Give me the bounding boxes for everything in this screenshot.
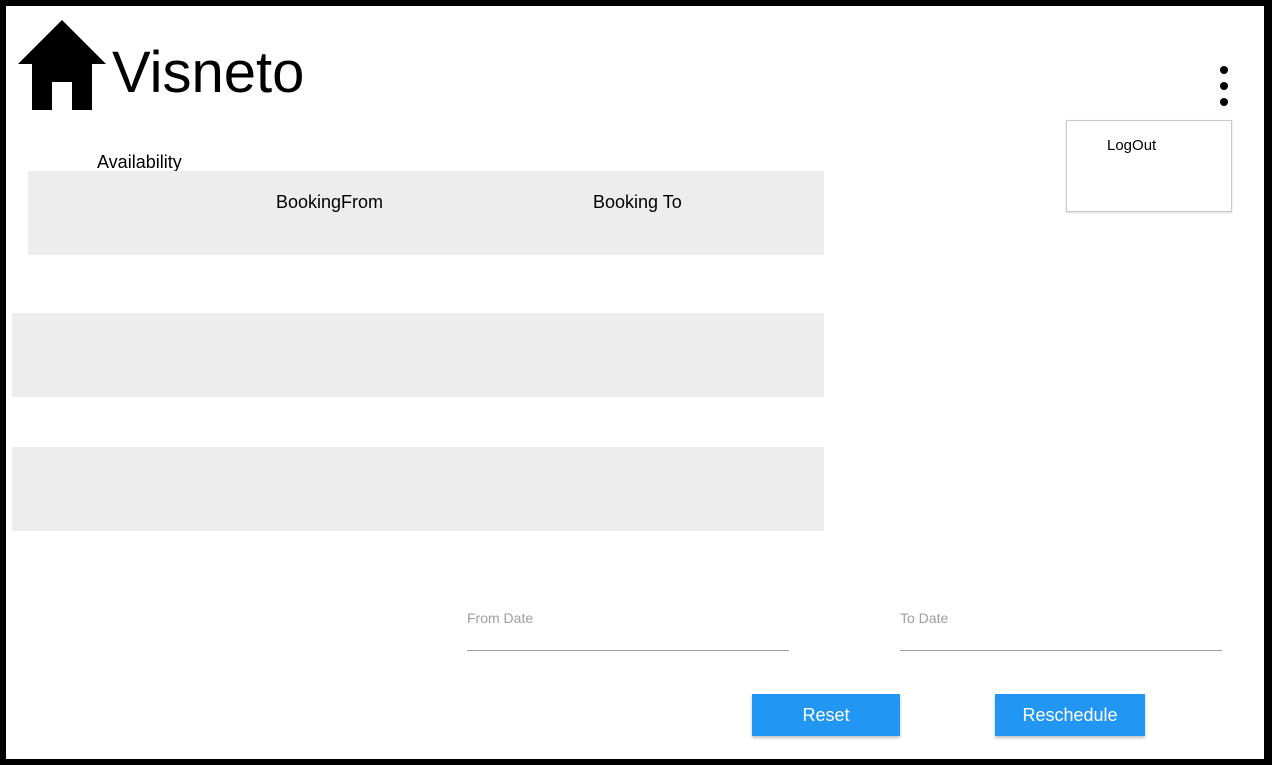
menu-item-logout[interactable]: LogOut: [1107, 137, 1156, 154]
app-logo[interactable]: Visneto: [12, 16, 304, 112]
from-date-input[interactable]: [467, 626, 793, 650]
table-row: [12, 255, 824, 313]
availability-table-header: [28, 171, 824, 255]
availability-label: Availability: [97, 152, 182, 172]
from-date-field: From Date: [467, 610, 793, 651]
reschedule-button[interactable]: Reschedule: [995, 694, 1145, 736]
app-frame: Visneto LogOut Availability BookingFrom …: [0, 0, 1272, 765]
overflow-menu: LogOut: [1066, 120, 1232, 212]
home-icon[interactable]: [12, 16, 112, 112]
app-title: Visneto: [112, 40, 305, 105]
reset-button[interactable]: Reset: [752, 694, 900, 736]
table-row: [12, 313, 824, 397]
to-date-label: To Date: [900, 610, 949, 626]
to-date-field: To Date: [900, 610, 1226, 651]
from-date-label: From Date: [467, 610, 534, 626]
column-header-booking-to: Booking To: [593, 192, 682, 212]
table-row: [12, 447, 824, 531]
column-header-booking-from: BookingFrom: [276, 192, 384, 212]
to-date-input[interactable]: [900, 626, 1226, 650]
kebab-menu-icon[interactable]: [1212, 66, 1236, 116]
table-row: [12, 397, 824, 447]
